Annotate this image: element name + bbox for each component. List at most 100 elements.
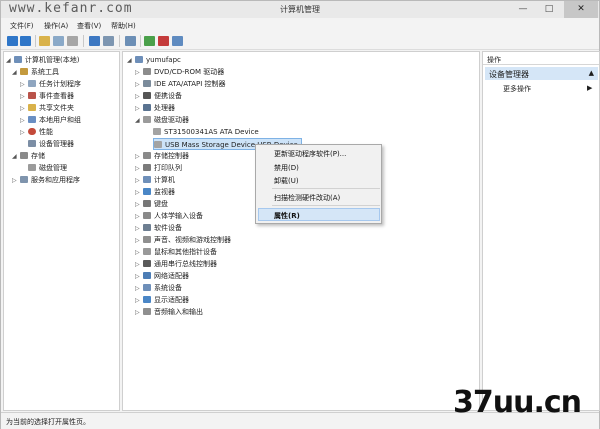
close-button[interactable]: ✕ [564, 1, 598, 18]
tree-item-services-apps[interactable]: ▷ 服务和应用程序 [12, 174, 80, 186]
device-category[interactable]: ▷ 监视器 [135, 186, 175, 198]
help-icon[interactable] [89, 36, 100, 46]
device-label: 计算机 [154, 176, 175, 184]
device-label: IDE ATA/ATAPI 控制器 [154, 80, 226, 88]
device-category[interactable]: ▷ 网络适配器 [135, 270, 189, 282]
up-folder-icon[interactable] [39, 36, 50, 46]
device-category[interactable]: ▷ 系统设备 [135, 282, 182, 294]
actions-device-manager[interactable]: 设备管理器 ▲ [485, 67, 598, 80]
tree-item-computer-management[interactable]: ◢ 计算机管理(本地) [6, 54, 79, 66]
tree-label: 磁盘管理 [39, 164, 67, 172]
tree-label: 存储 [31, 152, 45, 160]
device-category[interactable]: ▷ 键盘 [135, 198, 168, 210]
more-actions[interactable]: 更多操作 [503, 84, 531, 94]
computer-icon [135, 56, 143, 63]
device-category[interactable]: ▷ 处理器 [135, 102, 175, 114]
menu-item-disable[interactable]: 禁用(D) [274, 163, 299, 173]
uninstall-icon[interactable] [158, 36, 169, 46]
computer-management-window: www.kefanr.com 计算机管理 — □ ✕ 文件(F) 操作(A) 查… [0, 0, 600, 429]
system-icon [143, 284, 151, 291]
tree-label: 系统工具 [31, 68, 59, 76]
chevron-right-icon: ▶ [587, 84, 593, 92]
device-category[interactable]: ▷ 通用串行总线控制器 [135, 258, 217, 270]
tree-label: 性能 [39, 128, 53, 136]
tree-item-event-viewer[interactable]: ▷ 事件查看器 [20, 90, 74, 102]
computer-icon [14, 56, 22, 63]
network-icon [143, 272, 151, 279]
actions-selected-label: 设备管理器 [489, 70, 529, 79]
menu-action[interactable]: 操作(A) [44, 21, 68, 31]
device-category[interactable]: ▷ 人体学输入设备 [135, 210, 203, 222]
device-category[interactable]: ▷ 音频输入和输出 [135, 306, 203, 318]
menu-separator [272, 188, 380, 189]
ide-icon [143, 80, 151, 87]
display-icon [143, 296, 151, 303]
device-label: ST31500341AS ATA Device [164, 128, 259, 136]
device-category[interactable]: ▷ DVD/CD-ROM 驱动器 [135, 66, 224, 78]
device-item[interactable]: ST31500341AS ATA Device [153, 126, 259, 138]
menu-item-update-driver[interactable]: 更新驱动程序软件(P)... [274, 149, 346, 159]
tree-label: 计算机管理(本地) [25, 56, 80, 64]
storage-icon [143, 152, 151, 159]
maximize-button[interactable]: □ [537, 1, 561, 18]
device-label: 软件设备 [154, 224, 182, 232]
tree-item-shared-folders[interactable]: ▷ 共享文件夹 [20, 102, 74, 114]
scan-hardware-icon[interactable] [125, 36, 136, 46]
caret-up-icon: ▲ [588, 69, 594, 77]
tree-item-system-tools[interactable]: ◢ 系统工具 [12, 66, 59, 78]
collapse-icon[interactable]: ◢ [135, 115, 143, 127]
disk-icon [143, 116, 151, 123]
tree-item-local-users[interactable]: ▷ 本地用户和组 [20, 114, 81, 126]
device-category[interactable]: ▷ 声音、视频和游戏控制器 [135, 234, 231, 246]
menu-item-properties[interactable]: 属性(R) [274, 211, 300, 221]
tree-item-storage[interactable]: ◢ 存储 [12, 150, 45, 162]
device-category[interactable]: ◢ 磁盘驱动器 [135, 114, 189, 126]
tree-item-device-manager[interactable]: 设备管理器 [20, 138, 74, 150]
tools-icon [20, 68, 28, 75]
menu-item-scan-hardware[interactable]: 扫描检测硬件改动(A) [274, 193, 340, 203]
tree-label: 设备管理器 [39, 140, 74, 148]
storage-icon [20, 152, 28, 159]
properties-icon[interactable] [103, 36, 114, 46]
enable-device-icon[interactable] [172, 36, 183, 46]
collapse-icon[interactable]: ◢ [12, 67, 20, 79]
tree-item-performance[interactable]: ▷ 性能 [20, 126, 53, 138]
device-category[interactable]: ▷ IDE ATA/ATAPI 控制器 [135, 78, 226, 90]
device-label: 便携设备 [154, 92, 182, 100]
device-icon [28, 140, 36, 147]
device-category[interactable]: ▷ 存储控制器 [135, 150, 189, 162]
hid-icon [143, 212, 151, 219]
list-view-icon[interactable] [67, 36, 78, 46]
site-watermark: 37uu.cn [453, 385, 582, 420]
collapse-icon[interactable]: ◢ [12, 151, 20, 163]
menu-file[interactable]: 文件(F) [10, 21, 34, 31]
device-label: 声音、视频和游戏控制器 [154, 236, 231, 244]
collapse-icon[interactable]: ◢ [127, 55, 135, 67]
expand-icon[interactable]: ▷ [135, 307, 143, 319]
expand-icon[interactable]: ▷ [12, 175, 20, 187]
device-root[interactable]: ◢ yumufapc [127, 54, 181, 66]
menu-help[interactable]: 帮助(H) [111, 21, 136, 31]
show-hide-tree-icon[interactable] [53, 36, 64, 46]
device-category[interactable]: ▷ 打印队列 [135, 162, 182, 174]
device-category[interactable]: ▷ 显示适配器 [135, 294, 189, 306]
tree-item-disk-management[interactable]: 磁盘管理 [20, 162, 67, 174]
device-category[interactable]: ▷ 鼠标和其他指针设备 [135, 246, 217, 258]
clock-icon [28, 80, 36, 87]
device-category[interactable]: ▷ 软件设备 [135, 222, 182, 234]
drive-icon [153, 128, 161, 135]
device-category[interactable]: ▷ 计算机 [135, 174, 175, 186]
tree-item-task-scheduler[interactable]: ▷ 任务计划程序 [20, 78, 81, 90]
device-label: 系统设备 [154, 284, 182, 292]
device-category[interactable]: ▷ 便携设备 [135, 90, 182, 102]
event-icon [28, 92, 36, 99]
update-driver-icon[interactable] [144, 36, 155, 46]
device-label: 磁盘驱动器 [154, 116, 189, 124]
menu-view[interactable]: 查看(V) [77, 21, 101, 31]
minimize-button[interactable]: — [511, 1, 535, 18]
forward-icon[interactable] [20, 36, 31, 46]
portable-icon [143, 92, 151, 99]
back-icon[interactable] [7, 36, 18, 46]
menu-item-uninstall[interactable]: 卸载(U) [274, 176, 299, 186]
device-label: 显示适配器 [154, 296, 189, 304]
